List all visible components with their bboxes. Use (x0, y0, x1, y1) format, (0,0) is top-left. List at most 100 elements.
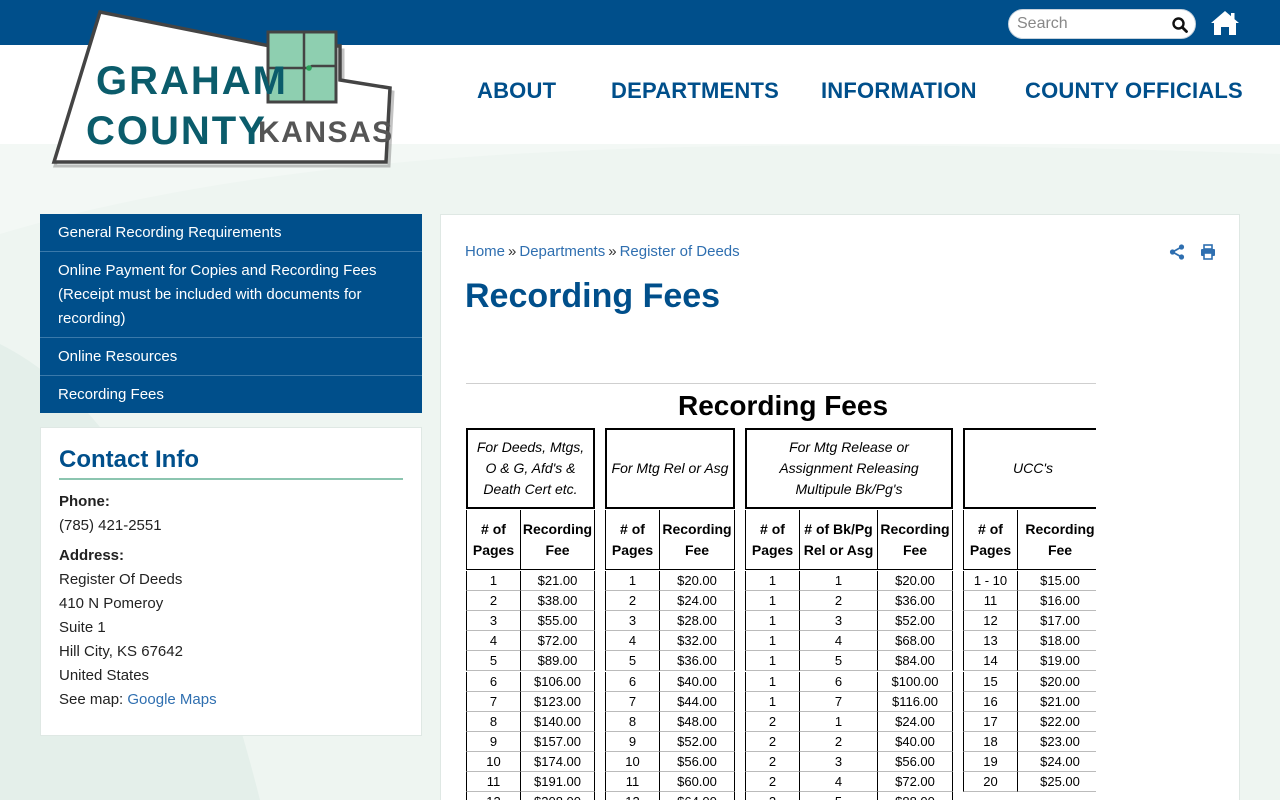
fee-table-cell: 6 (466, 671, 521, 692)
nav-departments[interactable]: DEPARTMENTS (611, 78, 779, 104)
fee-group-header: UCC's (963, 428, 1096, 509)
fee-table-cell: $18.00 (1017, 631, 1096, 652)
fee-table-cell: $56.00 (877, 751, 953, 772)
fee-table-cell: $68.00 (877, 631, 953, 652)
share-icon[interactable] (1169, 244, 1185, 260)
logo-text-kansas: KANSAS (258, 116, 394, 149)
fee-table-cell: $72.00 (520, 631, 595, 652)
fee-column-header: # of Bk/Pg Rel or Asg (799, 510, 878, 570)
fee-table-cell: 6 (605, 671, 660, 692)
fee-table-cell: $84.00 (877, 651, 953, 672)
breadcrumb: Home» Departments» Register of Deeds (465, 243, 740, 260)
fee-table-cell: $64.00 (659, 792, 735, 800)
fee-column-header: # of Pages (963, 510, 1018, 570)
fee-table-cell: 19 (963, 751, 1018, 772)
fee-table-cell: $100.00 (877, 671, 953, 692)
fee-table-cell: 3 (799, 611, 878, 632)
fee-table-cell: 11 (466, 772, 521, 792)
fee-table-cell: 1 (799, 711, 878, 732)
fee-table-cell: 2 (466, 591, 521, 612)
fee-sheet-title: Recording Fees (677, 390, 889, 421)
fee-table-cell: $20.00 (659, 571, 735, 591)
fee-table-cell: $60.00 (659, 772, 735, 792)
fee-table-cell: $40.00 (877, 731, 953, 752)
fee-table-cell: 10 (466, 751, 521, 772)
fee-table-cell: $191.00 (520, 772, 595, 792)
fee-table-cell: $22.00 (1017, 711, 1096, 732)
nav-county-officials[interactable]: COUNTY OFFICIALS (1025, 78, 1243, 104)
sidebar-item-recording-fees[interactable]: Recording Fees (40, 376, 422, 413)
breadcrumb-home[interactable]: Home (465, 243, 505, 260)
fee-table-cell: 4 (605, 631, 660, 652)
fee-table-cell: 5 (605, 651, 660, 672)
fee-table-cell: 2 (745, 711, 800, 732)
fee-table-cell: $38.00 (520, 591, 595, 612)
fee-table-cell: 2 (605, 591, 660, 612)
fee-table-cell: $16.00 (1017, 591, 1096, 612)
sidebar-item-online-resources[interactable]: Online Resources (40, 338, 422, 376)
fee-table-cell: $208.00 (520, 792, 595, 800)
fee-table-cell: $36.00 (877, 591, 953, 612)
fee-table-cell: $21.00 (1017, 691, 1096, 712)
fee-table-cell: $20.00 (1017, 671, 1096, 692)
fee-table-cell: 5 (466, 651, 521, 672)
logo-text-graham: GRAHAM (96, 59, 288, 103)
fee-table-cell: 1 (745, 671, 800, 692)
fee-group-header: For Mtg Release or Assignment Releasing … (745, 428, 953, 509)
fee-table-cell: $44.00 (659, 691, 735, 712)
nav-about[interactable]: ABOUT (477, 78, 556, 104)
search-input[interactable] (1017, 13, 1167, 35)
fee-table-cell: $21.00 (520, 571, 595, 591)
fee-table-cell: 1 (745, 631, 800, 652)
address-label: Address: (59, 547, 125, 564)
fee-table-cell: $52.00 (877, 611, 953, 632)
fee-table-cell: 17 (963, 711, 1018, 732)
fee-table-cell: $56.00 (659, 751, 735, 772)
county-logo[interactable]: GRAHAM COUNTY KANSAS (50, 10, 398, 170)
fee-table-cell: 1 (745, 651, 800, 672)
fee-table-cell: 8 (605, 711, 660, 732)
search-box[interactable] (1008, 9, 1196, 39)
fee-table-cell: 11 (963, 591, 1018, 612)
fee-table-cell: 12 (963, 611, 1018, 632)
fee-table-cell: 1 (745, 591, 800, 612)
contact-info-card: Contact Info Phone: (785) 421-2551 Addre… (40, 427, 422, 736)
contact-info-title: Contact Info (59, 446, 403, 480)
breadcrumb-register-of-deeds[interactable]: Register of Deeds (620, 243, 740, 260)
phone-value: (785) 421-2551 (59, 517, 162, 534)
fee-table-cell: 9 (605, 731, 660, 752)
fee-table-cell: 7 (605, 691, 660, 712)
fee-table-cell: $28.00 (659, 611, 735, 632)
fee-table-cell: $72.00 (877, 772, 953, 792)
map-prefix: See map: (59, 691, 124, 708)
fee-table-cell: $15.00 (1017, 571, 1096, 591)
fee-table-cell: 18 (963, 731, 1018, 752)
fee-table-cell: $48.00 (659, 711, 735, 732)
breadcrumb-departments[interactable]: Departments (519, 243, 605, 260)
fee-table-cell: 1 - 10 (963, 571, 1018, 591)
fee-table-cell: 3 (799, 751, 878, 772)
fee-table-cell: $140.00 (520, 711, 595, 732)
search-icon[interactable] (1171, 16, 1189, 34)
fee-column-header: Recording Fee (877, 510, 953, 570)
fee-table-cell: 6 (799, 671, 878, 692)
fee-table-cell: 2 (745, 751, 800, 772)
fee-table-cell: 3 (466, 611, 521, 632)
fee-table-cell: $55.00 (520, 611, 595, 632)
page-title: Recording Fees (465, 277, 721, 315)
fee-table-cell: $88.00 (877, 792, 953, 800)
google-maps-link[interactable]: Google Maps (127, 691, 216, 708)
fee-table-cell: 2 (799, 731, 878, 752)
home-icon[interactable] (1210, 9, 1240, 37)
sidebar-item-online-payment[interactable]: Online Payment for Copies and Recording … (40, 252, 422, 338)
fee-table-cell: 5 (799, 792, 878, 800)
nav-information[interactable]: INFORMATION (821, 78, 977, 104)
sidebar-item-general-recording-requirements[interactable]: General Recording Requirements (40, 214, 422, 252)
fee-table-cell: 2 (745, 772, 800, 792)
fee-table-cell: 2 (745, 731, 800, 752)
print-icon[interactable] (1200, 244, 1216, 260)
fee-table-cell: $32.00 (659, 631, 735, 652)
main-content: Home» Departments» Register of Deeds Recor… (440, 214, 1240, 800)
fee-table-cell: $123.00 (520, 691, 595, 712)
fee-table-cell: 12 (605, 792, 660, 800)
